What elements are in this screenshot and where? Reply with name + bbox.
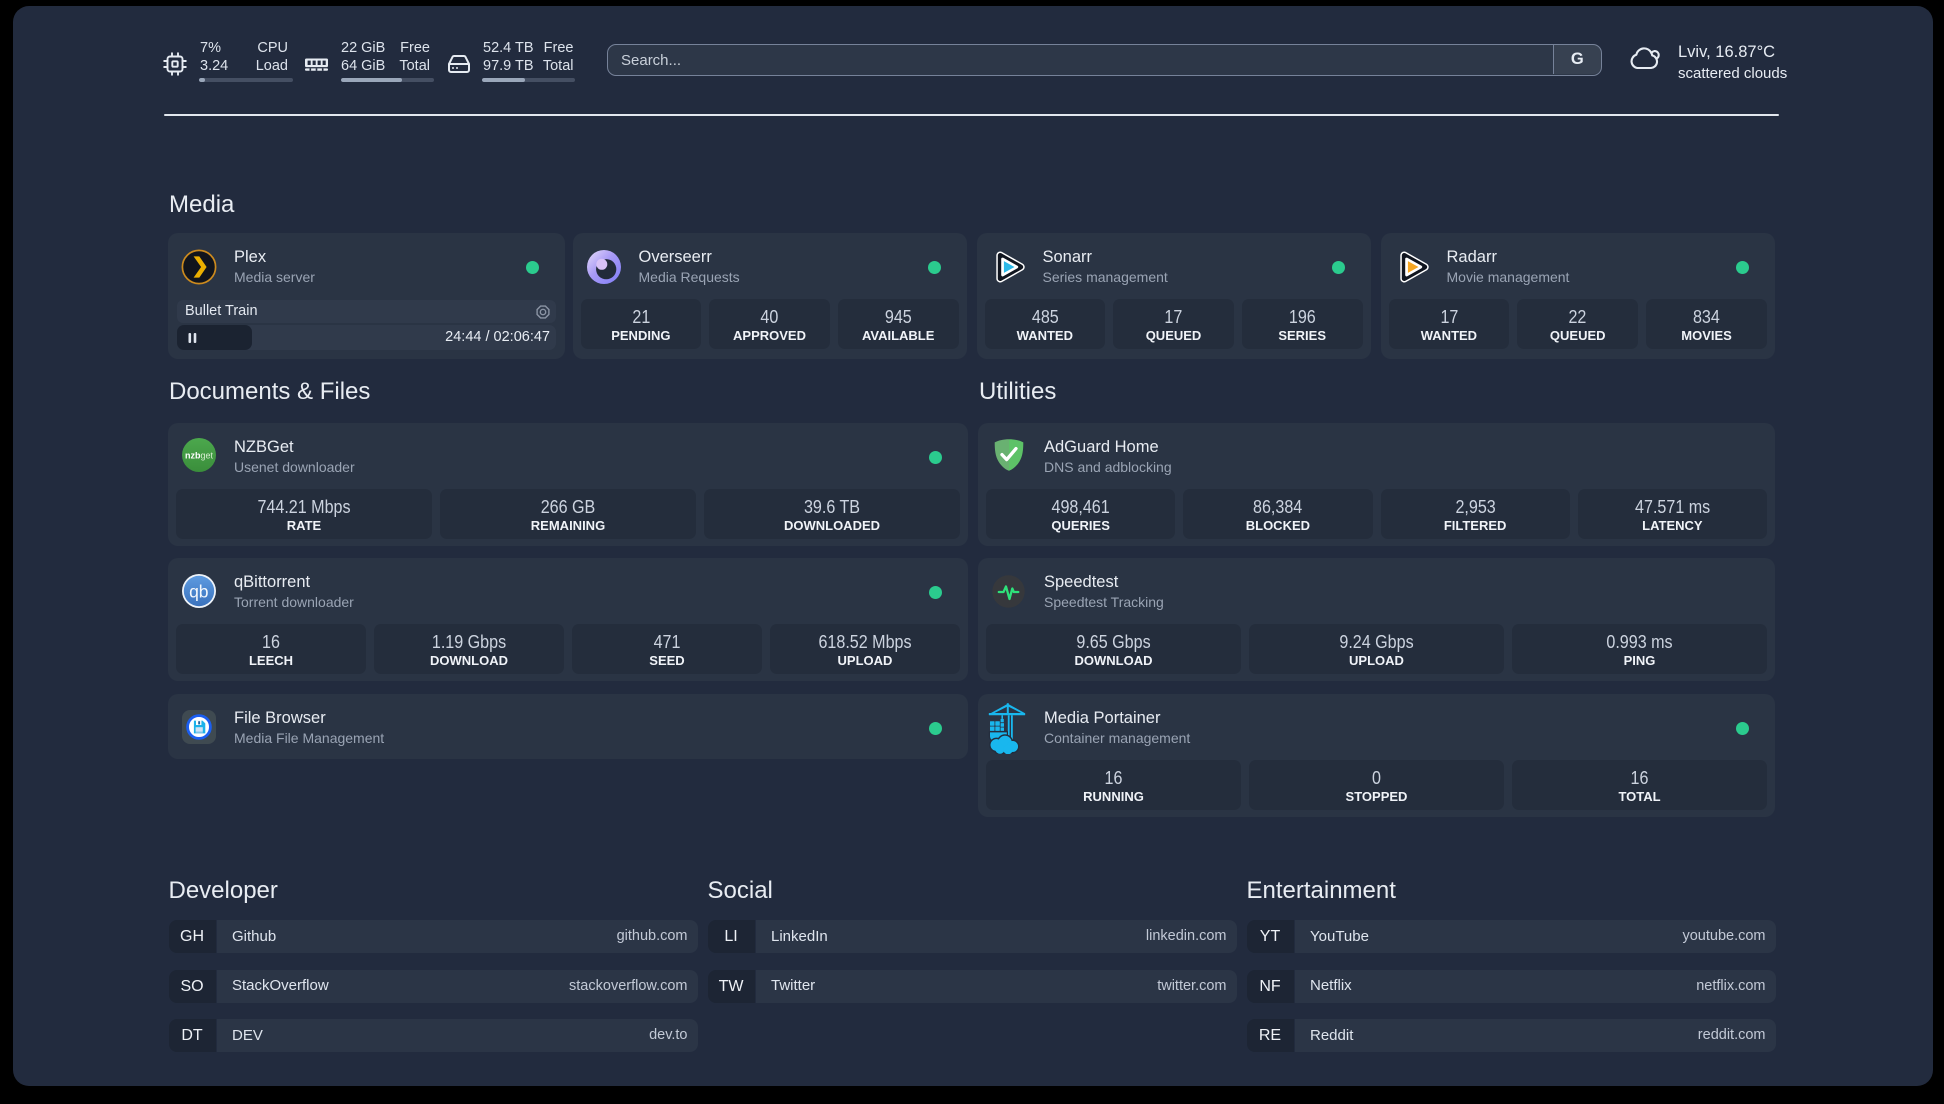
svg-text:qb: qb (189, 581, 208, 601)
svg-text:nzbget: nzbget (185, 450, 214, 460)
